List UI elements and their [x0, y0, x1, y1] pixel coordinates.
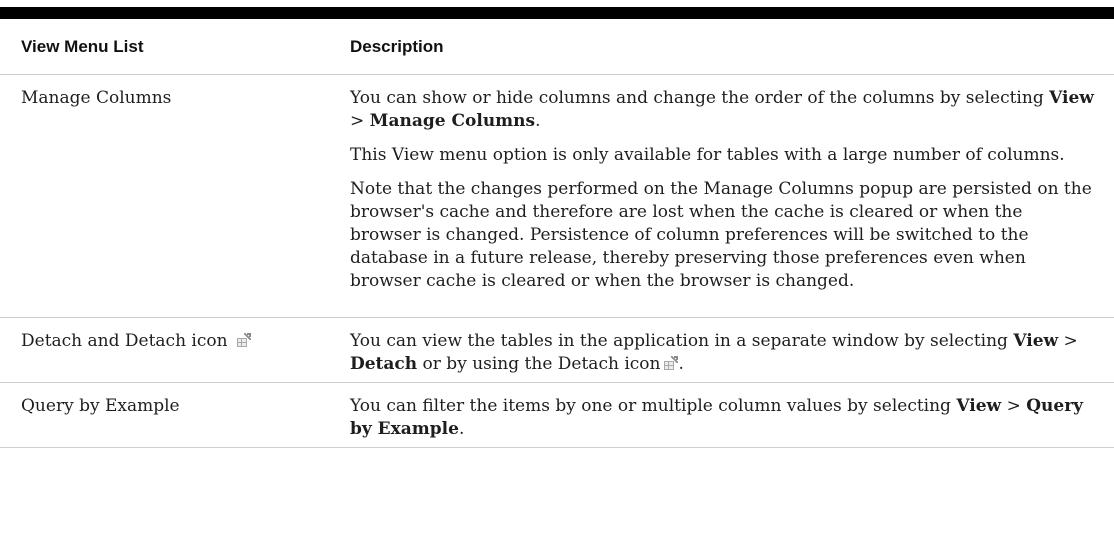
- text-segment: .: [535, 111, 541, 131]
- text-segment: or by using the Detach icon: [417, 354, 661, 374]
- top-rule: [0, 7, 1114, 19]
- detach-icon: [664, 356, 679, 370]
- table-row: Query by Example You can filter the item…: [0, 383, 1114, 448]
- text-segment: .: [678, 354, 684, 374]
- bold-term: View: [1013, 331, 1059, 351]
- row-name: Query by Example: [21, 396, 180, 416]
- row-name-cell: Manage Columns: [0, 75, 350, 317]
- header-description: Description: [350, 36, 444, 56]
- row-name-cell: Query by Example: [0, 383, 350, 447]
- view-menu-table: View Menu List Description Manage Column…: [0, 19, 1114, 448]
- bold-term: View: [956, 396, 1002, 416]
- detach-icon: [236, 333, 251, 347]
- text-segment: >: [350, 111, 370, 131]
- row-description-cell: You can show or hide columns and change …: [350, 75, 1114, 317]
- text-segment: .: [458, 419, 465, 439]
- row-name: Detach and Detach icon: [21, 331, 228, 351]
- table-row: Detach and Detach icon You can view the …: [0, 318, 1114, 383]
- description-paragraph: You can filter the items by one or multi…: [350, 395, 1094, 441]
- row-description-cell: You can filter the items by one or multi…: [350, 383, 1114, 447]
- row-name-cell: Detach and Detach icon: [0, 318, 350, 382]
- text-segment: You can view the tables in the applicati…: [350, 331, 1014, 351]
- bold-term: Detach: [350, 354, 418, 374]
- bold-term: View: [1049, 88, 1094, 108]
- text-segment: >: [1001, 396, 1027, 416]
- text-segment: You can show or hide columns and change …: [350, 88, 1050, 108]
- text-segment: >: [1058, 331, 1078, 351]
- header-view-menu-list: View Menu List: [21, 36, 144, 56]
- text-segment: Note that the changes performed on the M…: [350, 179, 1092, 291]
- table-header-row: View Menu List Description: [0, 19, 1114, 75]
- text-segment: This View menu option is only available …: [350, 145, 1065, 165]
- row-name: Manage Columns: [21, 88, 172, 108]
- bold-term: Manage Columns: [369, 111, 536, 131]
- description-paragraph: Note that the changes performed on the M…: [350, 178, 1094, 293]
- description-paragraph: This View menu option is only available …: [350, 144, 1094, 167]
- table-row: Manage Columns You can show or hide colu…: [0, 75, 1114, 318]
- description-paragraph: You can show or hide columns and change …: [350, 87, 1094, 133]
- text-segment: You can filter the items by one or multi…: [350, 396, 957, 416]
- description-paragraph: You can view the tables in the applicati…: [350, 330, 1094, 376]
- row-description-cell: You can view the tables in the applicati…: [350, 318, 1114, 382]
